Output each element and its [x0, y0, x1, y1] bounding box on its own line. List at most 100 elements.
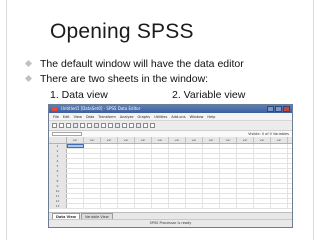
menu-data[interactable]: Data — [86, 115, 94, 119]
row-header[interactable]: 11 — [49, 194, 67, 198]
grid-cell[interactable] — [118, 169, 135, 173]
grid-cell[interactable] — [220, 184, 237, 188]
grid-cell[interactable] — [203, 144, 220, 148]
grid-cell[interactable] — [271, 184, 288, 188]
grid-cell[interactable] — [135, 189, 152, 193]
grid-cell[interactable] — [186, 199, 203, 203]
menu-edit[interactable]: Edit — [63, 115, 70, 119]
grid-cell[interactable] — [237, 184, 254, 188]
grid-cell[interactable] — [135, 184, 152, 188]
grid-cell[interactable] — [101, 169, 118, 173]
grid-cell[interactable] — [118, 204, 135, 208]
grid-cell[interactable] — [152, 174, 169, 178]
grid-cell[interactable] — [135, 199, 152, 203]
grid-cell[interactable] — [101, 159, 118, 163]
grid-cell[interactable] — [237, 159, 254, 163]
grid-cell[interactable] — [118, 179, 135, 183]
grid-cell[interactable] — [220, 189, 237, 193]
grid-cell[interactable] — [203, 199, 220, 203]
grid-cell[interactable] — [118, 164, 135, 168]
dialog-recall-icon[interactable] — [73, 123, 78, 128]
grid-cell[interactable] — [152, 154, 169, 158]
grid-cell[interactable] — [237, 169, 254, 173]
grid-cell[interactable] — [101, 189, 118, 193]
grid-cell[interactable] — [271, 204, 288, 208]
grid-cell[interactable] — [186, 164, 203, 168]
grid-cell[interactable] — [101, 194, 118, 198]
grid-cell[interactable] — [220, 199, 237, 203]
grid-cell[interactable] — [84, 164, 101, 168]
grid-cell[interactable] — [271, 149, 288, 153]
grid-cell[interactable] — [101, 144, 118, 148]
grid-cell[interactable] — [84, 189, 101, 193]
grid-cell[interactable] — [67, 149, 84, 153]
grid-cell[interactable] — [152, 179, 169, 183]
menu-view[interactable]: View — [74, 115, 82, 119]
grid-cell[interactable] — [135, 169, 152, 173]
menu-transform[interactable]: Transform — [98, 115, 115, 119]
grid-cell[interactable] — [84, 154, 101, 158]
column-header[interactable]: var — [254, 137, 271, 143]
grid-cell[interactable] — [203, 169, 220, 173]
grid-cell[interactable] — [152, 204, 169, 208]
menu-add-ons[interactable]: Add-ons — [171, 115, 185, 119]
insert-variable-icon[interactable] — [122, 123, 127, 128]
grid-cell[interactable] — [186, 189, 203, 193]
grid-cell[interactable] — [220, 204, 237, 208]
grid-cell[interactable] — [169, 184, 186, 188]
row-header[interactable]: 7 — [49, 174, 67, 178]
grid-cell[interactable] — [220, 174, 237, 178]
save-icon[interactable] — [59, 123, 64, 128]
grid-cell[interactable] — [271, 189, 288, 193]
grid-cell[interactable] — [203, 154, 220, 158]
grid-cell[interactable] — [152, 144, 169, 148]
column-header[interactable]: var — [220, 137, 237, 143]
grid-cell[interactable] — [135, 149, 152, 153]
cell-reference-box[interactable] — [52, 132, 82, 136]
row-header[interactable]: 6 — [49, 169, 67, 173]
grid-cell[interactable] — [203, 204, 220, 208]
row-header[interactable]: 4 — [49, 159, 67, 163]
grid-cell[interactable] — [254, 149, 271, 153]
grid-cell[interactable] — [84, 194, 101, 198]
row-header[interactable]: 2 — [49, 149, 67, 153]
grid-cell[interactable] — [169, 154, 186, 158]
grid-cell[interactable] — [169, 169, 186, 173]
grid-cell[interactable] — [169, 179, 186, 183]
grid-cell[interactable] — [152, 194, 169, 198]
grid-cell[interactable] — [271, 144, 288, 148]
minimize-icon[interactable] — [267, 106, 274, 112]
insert-cases-icon[interactable] — [115, 123, 120, 128]
grid-cell[interactable] — [118, 159, 135, 163]
select-cases-icon[interactable] — [143, 123, 148, 128]
grid-cell[interactable] — [203, 149, 220, 153]
undo-icon[interactable] — [80, 123, 85, 128]
grid-cell[interactable] — [169, 174, 186, 178]
column-header[interactable]: var — [271, 137, 288, 143]
grid-cell[interactable] — [271, 154, 288, 158]
grid-cell[interactable] — [135, 154, 152, 158]
column-header[interactable]: var — [118, 137, 135, 143]
grid-cell[interactable] — [67, 199, 84, 203]
grid-cell[interactable] — [101, 174, 118, 178]
grid-cell[interactable] — [135, 174, 152, 178]
grid-cell[interactable] — [169, 144, 186, 148]
menu-utilities[interactable]: Utilities — [154, 115, 167, 119]
grid-cell[interactable] — [169, 159, 186, 163]
grid-cell[interactable] — [220, 154, 237, 158]
grid-cell[interactable] — [135, 164, 152, 168]
grid-cell[interactable] — [67, 189, 84, 193]
grid-cell[interactable] — [135, 179, 152, 183]
column-header[interactable]: var — [101, 137, 118, 143]
grid-cell[interactable] — [237, 189, 254, 193]
row-header[interactable]: 12 — [49, 199, 67, 203]
grid-cell[interactable] — [152, 169, 169, 173]
grid-cell[interactable] — [152, 164, 169, 168]
menu-help[interactable]: Help — [207, 115, 215, 119]
grid-cell[interactable] — [118, 199, 135, 203]
menu-window[interactable]: Window — [190, 115, 204, 119]
grid-cell[interactable] — [254, 144, 271, 148]
grid-cell[interactable] — [118, 184, 135, 188]
grid-cell[interactable] — [67, 159, 84, 163]
grid-cell[interactable] — [67, 154, 84, 158]
